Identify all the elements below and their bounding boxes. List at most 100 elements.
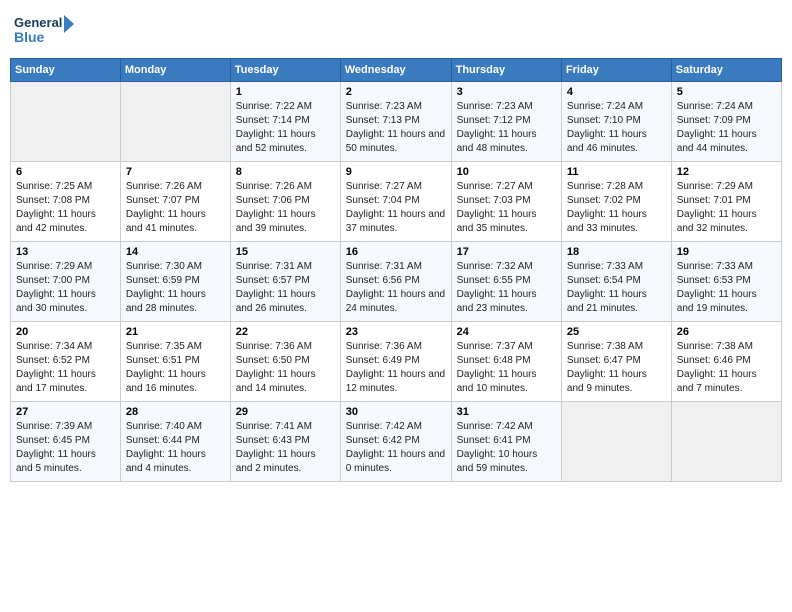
calendar-cell: 4Sunrise: 7:24 AMSunset: 7:10 PMDaylight… <box>561 82 671 162</box>
header-friday: Friday <box>561 59 671 82</box>
calendar-cell: 20Sunrise: 7:34 AMSunset: 6:52 PMDayligh… <box>11 322 121 402</box>
header-saturday: Saturday <box>671 59 781 82</box>
day-info: Sunrise: 7:38 AMSunset: 6:47 PMDaylight:… <box>567 340 666 396</box>
day-info: Sunrise: 7:38 AMSunset: 6:46 PMDaylight:… <box>677 340 776 396</box>
page-header: GeneralBlue <box>10 10 782 50</box>
day-number: 7 <box>126 166 225 178</box>
calendar-cell: 27 Sunrise: 7:39 AMSunset: 6:45 PMDayligh… <box>11 402 121 482</box>
day-info: Sunrise: 7:40 AMSunset: 6:44 PMDaylight:… <box>126 420 225 476</box>
day-number: 29 <box>236 406 335 418</box>
day-number: 3 <box>457 86 556 98</box>
calendar-cell: 16 Sunrise: 7:31 AMSunset: 6:56 PMDayligh… <box>340 242 451 322</box>
calendar-cell: 17 Sunrise: 7:32 AMSunset: 6:55 PMDayligh… <box>451 242 561 322</box>
day-info: Sunrise: 7:25 AMSunset: 7:08 PMDaylight:… <box>16 180 115 236</box>
calendar-cell: 11 Sunrise: 7:28 AMSunset: 7:02 PMDayligh… <box>561 162 671 242</box>
calendar-cell: 13 Sunrise: 7:29 AMSunset: 7:00 PMDayligh… <box>11 242 121 322</box>
day-number: 21 <box>126 326 225 338</box>
calendar-cell: 12Sunrise: 7:29 AMSunset: 7:01 PMDayligh… <box>671 162 781 242</box>
day-number: 9 <box>346 166 446 178</box>
day-number: 25 <box>567 326 666 338</box>
calendar-cell <box>561 402 671 482</box>
calendar-cell: 24Sunrise: 7:37 AMSunset: 6:48 PMDayligh… <box>451 322 561 402</box>
day-number: 1 <box>236 86 335 98</box>
svg-text:General: General <box>14 15 62 30</box>
calendar-cell: 1 Sunrise: 7:22 AMSunset: 7:14 PMDaylight… <box>230 82 340 162</box>
day-info: Sunrise: 7:27 AMSunset: 7:04 PMDaylight:… <box>346 180 446 236</box>
header-monday: Monday <box>120 59 230 82</box>
day-number: 26 <box>677 326 776 338</box>
day-info: Sunrise: 7:22 AMSunset: 7:14 PMDaylight:… <box>236 100 335 156</box>
week-row-3: 13 Sunrise: 7:29 AMSunset: 7:00 PMDayligh… <box>11 242 782 322</box>
calendar-cell <box>671 402 781 482</box>
calendar-cell: 10 Sunrise: 7:27 AMSunset: 7:03 PMDayligh… <box>451 162 561 242</box>
day-info: Sunrise: 7:33 AMSunset: 6:53 PMDaylight:… <box>677 260 776 316</box>
calendar-cell: 18 Sunrise: 7:33 AMSunset: 6:54 PMDayligh… <box>561 242 671 322</box>
week-row-1: 1 Sunrise: 7:22 AMSunset: 7:14 PMDaylight… <box>11 82 782 162</box>
header-wednesday: Wednesday <box>340 59 451 82</box>
day-info: Sunrise: 7:29 AMSunset: 7:00 PMDaylight:… <box>16 260 115 316</box>
day-number: 2 <box>346 86 446 98</box>
day-info: Sunrise: 7:23 AMSunset: 7:13 PMDaylight:… <box>346 100 446 156</box>
calendar-cell: 29 Sunrise: 7:41 AMSunset: 6:43 PMDayligh… <box>230 402 340 482</box>
week-row-4: 20Sunrise: 7:34 AMSunset: 6:52 PMDayligh… <box>11 322 782 402</box>
calendar-cell: 23 Sunrise: 7:36 AMSunset: 6:49 PMDayligh… <box>340 322 451 402</box>
day-info: Sunrise: 7:39 AMSunset: 6:45 PMDaylight:… <box>16 420 115 476</box>
day-number: 11 <box>567 166 666 178</box>
day-info: Sunrise: 7:42 AMSunset: 6:42 PMDaylight:… <box>346 420 446 476</box>
day-number: 19 <box>677 246 776 258</box>
calendar-cell: 30 Sunrise: 7:42 AMSunset: 6:42 PMDayligh… <box>340 402 451 482</box>
day-number: 5 <box>677 86 776 98</box>
calendar-cell <box>11 82 121 162</box>
day-number: 23 <box>346 326 446 338</box>
day-info: Sunrise: 7:23 AMSunset: 7:12 PMDaylight:… <box>457 100 556 156</box>
calendar-cell: 14Sunrise: 7:30 AMSunset: 6:59 PMDayligh… <box>120 242 230 322</box>
day-number: 31 <box>457 406 556 418</box>
day-info: Sunrise: 7:26 AMSunset: 7:06 PMDaylight:… <box>236 180 335 236</box>
calendar-cell: 9 Sunrise: 7:27 AMSunset: 7:04 PMDaylight… <box>340 162 451 242</box>
week-row-2: 6Sunrise: 7:25 AMSunset: 7:08 PMDaylight… <box>11 162 782 242</box>
calendar-cell: 21 Sunrise: 7:35 AMSunset: 6:51 PMDayligh… <box>120 322 230 402</box>
day-info: Sunrise: 7:26 AMSunset: 7:07 PMDaylight:… <box>126 180 225 236</box>
header-sunday: Sunday <box>11 59 121 82</box>
calendar-cell: 7 Sunrise: 7:26 AMSunset: 7:07 PMDaylight… <box>120 162 230 242</box>
day-info: Sunrise: 7:32 AMSunset: 6:55 PMDaylight:… <box>457 260 556 316</box>
day-number: 13 <box>16 246 115 258</box>
day-number: 18 <box>567 246 666 258</box>
calendar-cell: 28 Sunrise: 7:40 AMSunset: 6:44 PMDayligh… <box>120 402 230 482</box>
day-info: Sunrise: 7:24 AMSunset: 7:09 PMDaylight:… <box>677 100 776 156</box>
day-info: Sunrise: 7:41 AMSunset: 6:43 PMDaylight:… <box>236 420 335 476</box>
day-number: 8 <box>236 166 335 178</box>
day-number: 27 <box>16 406 115 418</box>
day-number: 30 <box>346 406 446 418</box>
day-info: Sunrise: 7:27 AMSunset: 7:03 PMDaylight:… <box>457 180 556 236</box>
day-info: Sunrise: 7:35 AMSunset: 6:51 PMDaylight:… <box>126 340 225 396</box>
calendar-table: SundayMondayTuesdayWednesdayThursdayFrid… <box>10 58 782 482</box>
calendar-cell: 19 Sunrise: 7:33 AMSunset: 6:53 PMDayligh… <box>671 242 781 322</box>
logo: GeneralBlue <box>14 10 74 50</box>
day-number: 15 <box>236 246 335 258</box>
day-info: Sunrise: 7:31 AMSunset: 6:56 PMDaylight:… <box>346 260 446 316</box>
day-number: 22 <box>236 326 335 338</box>
day-number: 4 <box>567 86 666 98</box>
day-info: Sunrise: 7:33 AMSunset: 6:54 PMDaylight:… <box>567 260 666 316</box>
calendar-cell: 5 Sunrise: 7:24 AMSunset: 7:09 PMDaylight… <box>671 82 781 162</box>
week-row-5: 27 Sunrise: 7:39 AMSunset: 6:45 PMDayligh… <box>11 402 782 482</box>
svg-text:Blue: Blue <box>14 29 45 45</box>
day-info: Sunrise: 7:29 AMSunset: 7:01 PMDaylight:… <box>677 180 776 236</box>
day-number: 16 <box>346 246 446 258</box>
calendar-cell: 31Sunrise: 7:42 AMSunset: 6:41 PMDayligh… <box>451 402 561 482</box>
day-info: Sunrise: 7:31 AMSunset: 6:57 PMDaylight:… <box>236 260 335 316</box>
day-number: 20 <box>16 326 115 338</box>
day-number: 10 <box>457 166 556 178</box>
calendar-cell: 2 Sunrise: 7:23 AMSunset: 7:13 PMDaylight… <box>340 82 451 162</box>
day-number: 17 <box>457 246 556 258</box>
day-number: 28 <box>126 406 225 418</box>
day-info: Sunrise: 7:28 AMSunset: 7:02 PMDaylight:… <box>567 180 666 236</box>
calendar-cell: 15 Sunrise: 7:31 AMSunset: 6:57 PMDayligh… <box>230 242 340 322</box>
day-info: Sunrise: 7:36 AMSunset: 6:49 PMDaylight:… <box>346 340 446 396</box>
calendar-header-row: SundayMondayTuesdayWednesdayThursdayFrid… <box>11 59 782 82</box>
header-tuesday: Tuesday <box>230 59 340 82</box>
calendar-cell: 26 Sunrise: 7:38 AMSunset: 6:46 PMDayligh… <box>671 322 781 402</box>
logo-svg: GeneralBlue <box>14 10 74 50</box>
day-info: Sunrise: 7:37 AMSunset: 6:48 PMDaylight:… <box>457 340 556 396</box>
